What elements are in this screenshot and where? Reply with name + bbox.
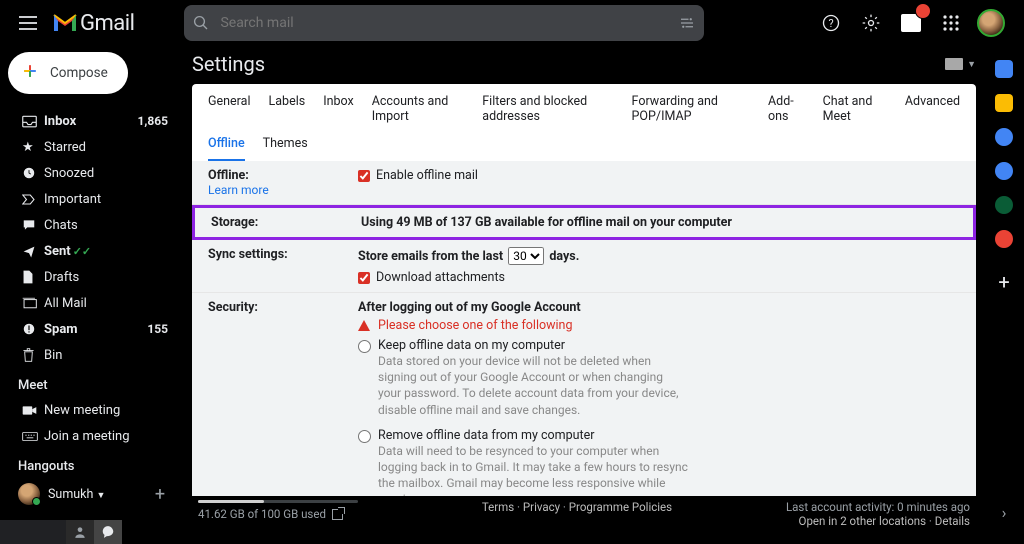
get-addons-button[interactable]: +: [998, 270, 1009, 294]
tab-advanced[interactable]: Advanced: [905, 94, 960, 132]
security-label: Security:: [208, 300, 358, 496]
search-input[interactable]: [220, 15, 678, 31]
tab-general[interactable]: General: [208, 94, 251, 132]
hangouts-chat-icon[interactable]: [94, 520, 122, 544]
calendar-addon-icon[interactable]: [995, 60, 1013, 78]
sidebar-item-drafts[interactable]: Drafts: [0, 264, 182, 290]
menu-icon[interactable]: [8, 3, 48, 43]
activity-text: Last account activity: 0 minutes ago: [786, 500, 970, 514]
sidebar-item-important[interactable]: Important: [0, 186, 182, 212]
help-icon[interactable]: ?: [814, 6, 848, 40]
search-box[interactable]: [184, 5, 704, 41]
chat-icon: [22, 218, 44, 232]
gear-icon[interactable]: [854, 6, 888, 40]
storage-progress: [198, 500, 358, 503]
sent-icon: [22, 245, 44, 258]
search-icon: [192, 14, 210, 32]
sync-days-select[interactable]: 30: [508, 247, 544, 265]
remove-data-radio[interactable]: [358, 430, 371, 443]
inbox-icon: [22, 115, 44, 128]
locations-link[interactable]: Open in 2 other locations: [799, 514, 927, 528]
tab-chat[interactable]: Chat and Meet: [823, 94, 887, 132]
storage-label: Storage:: [211, 215, 361, 230]
spam-icon: [22, 322, 44, 336]
search-options-icon[interactable]: [678, 14, 696, 32]
gmail-logo[interactable]: Gmail: [52, 11, 134, 36]
terms-link[interactable]: Terms: [482, 500, 514, 514]
sidebar-item-allmail[interactable]: All Mail: [0, 290, 182, 316]
download-attachments-checkbox[interactable]: [358, 272, 370, 284]
density-button[interactable]: ▼: [945, 58, 976, 70]
sidebar-item-starred[interactable]: ★Starred: [0, 134, 182, 160]
apps-grid-icon[interactable]: [934, 6, 968, 40]
keep-data-radio[interactable]: [358, 340, 371, 353]
keep-addon-icon[interactable]: [995, 94, 1013, 112]
sidebar-item-join-meeting[interactable]: Join a meeting: [0, 423, 182, 449]
keyboard-icon: [22, 431, 44, 442]
page-title: Settings: [192, 52, 265, 76]
chevron-down-icon: ▼: [97, 491, 106, 501]
account-avatar[interactable]: [974, 6, 1008, 40]
privacy-link[interactable]: Privacy: [523, 500, 560, 514]
apps-notification-icon[interactable]: [894, 6, 928, 40]
tasks-addon-icon[interactable]: [995, 128, 1013, 146]
drafts-icon: [22, 270, 44, 284]
hangouts-status-icon[interactable]: [66, 520, 94, 544]
addon-icon-2[interactable]: [995, 230, 1013, 248]
tab-filters[interactable]: Filters and blocked addresses: [482, 94, 613, 132]
hangouts-header: Hangouts: [0, 453, 182, 478]
hangouts-user[interactable]: Sumukh ▼ +: [0, 478, 182, 506]
tab-inbox[interactable]: Inbox: [323, 94, 354, 132]
enable-offline-checkbox[interactable]: [358, 170, 370, 182]
star-icon: ★: [22, 140, 44, 155]
important-icon: [22, 194, 44, 205]
allmail-icon: [22, 297, 44, 309]
sidebar-item-snoozed[interactable]: Snoozed: [0, 160, 182, 186]
tab-labels[interactable]: Labels: [269, 94, 306, 132]
compose-label: Compose: [50, 65, 108, 81]
plus-icon: [20, 61, 40, 86]
collapse-sidepanel-icon[interactable]: ›: [1002, 503, 1007, 522]
learn-more-link[interactable]: Learn more: [208, 183, 358, 197]
status-tab: [0, 520, 66, 544]
chevron-down-icon: ▼: [967, 59, 976, 70]
sidebar-item-chats[interactable]: Chats: [0, 212, 182, 238]
sidebar-item-spam[interactable]: Spam155: [0, 316, 182, 342]
security-after-logout: After logging out of my Google Account: [358, 300, 581, 315]
program-link[interactable]: Programme Policies: [569, 500, 672, 514]
tab-offline[interactable]: Offline: [208, 136, 245, 161]
tab-accounts[interactable]: Accounts and Import: [372, 94, 465, 132]
contacts-addon-icon[interactable]: [995, 162, 1013, 180]
sidebar-item-bin[interactable]: Bin: [0, 342, 182, 368]
tab-themes[interactable]: Themes: [263, 136, 308, 161]
compose-button[interactable]: Compose: [8, 52, 128, 94]
sidebar-item-inbox[interactable]: Inbox1,865: [0, 108, 182, 134]
sidebar-item-sent[interactable]: Sent✓✓: [0, 238, 182, 264]
logo-text: Gmail: [80, 11, 134, 36]
sidebar-item-new-meeting[interactable]: New meeting: [0, 397, 182, 423]
avatar: [18, 483, 40, 505]
tab-addons[interactable]: Add-ons: [768, 94, 805, 132]
meet-header: Meet: [0, 372, 182, 397]
bin-icon: [22, 348, 44, 362]
details-link[interactable]: Details: [935, 514, 970, 528]
svg-text:?: ?: [828, 17, 833, 30]
offline-label: Offline:: [208, 168, 249, 183]
check-icon: ✓✓: [73, 245, 91, 258]
security-warning: Please choose one of the following: [378, 318, 572, 333]
sync-label: Sync settings:: [208, 247, 358, 285]
video-icon: [22, 405, 44, 416]
addon-icon[interactable]: [995, 196, 1013, 214]
warning-icon: [358, 320, 370, 331]
clock-icon: [22, 166, 44, 180]
storage-text: Using 49 MB of 137 GB available for offl…: [361, 215, 957, 230]
tab-forwarding[interactable]: Forwarding and POP/IMAP: [632, 94, 750, 132]
open-link-icon[interactable]: [332, 509, 343, 520]
add-hangout-button[interactable]: +: [148, 482, 172, 506]
storage-used: 41.62 GB of 100 GB used: [198, 507, 326, 521]
